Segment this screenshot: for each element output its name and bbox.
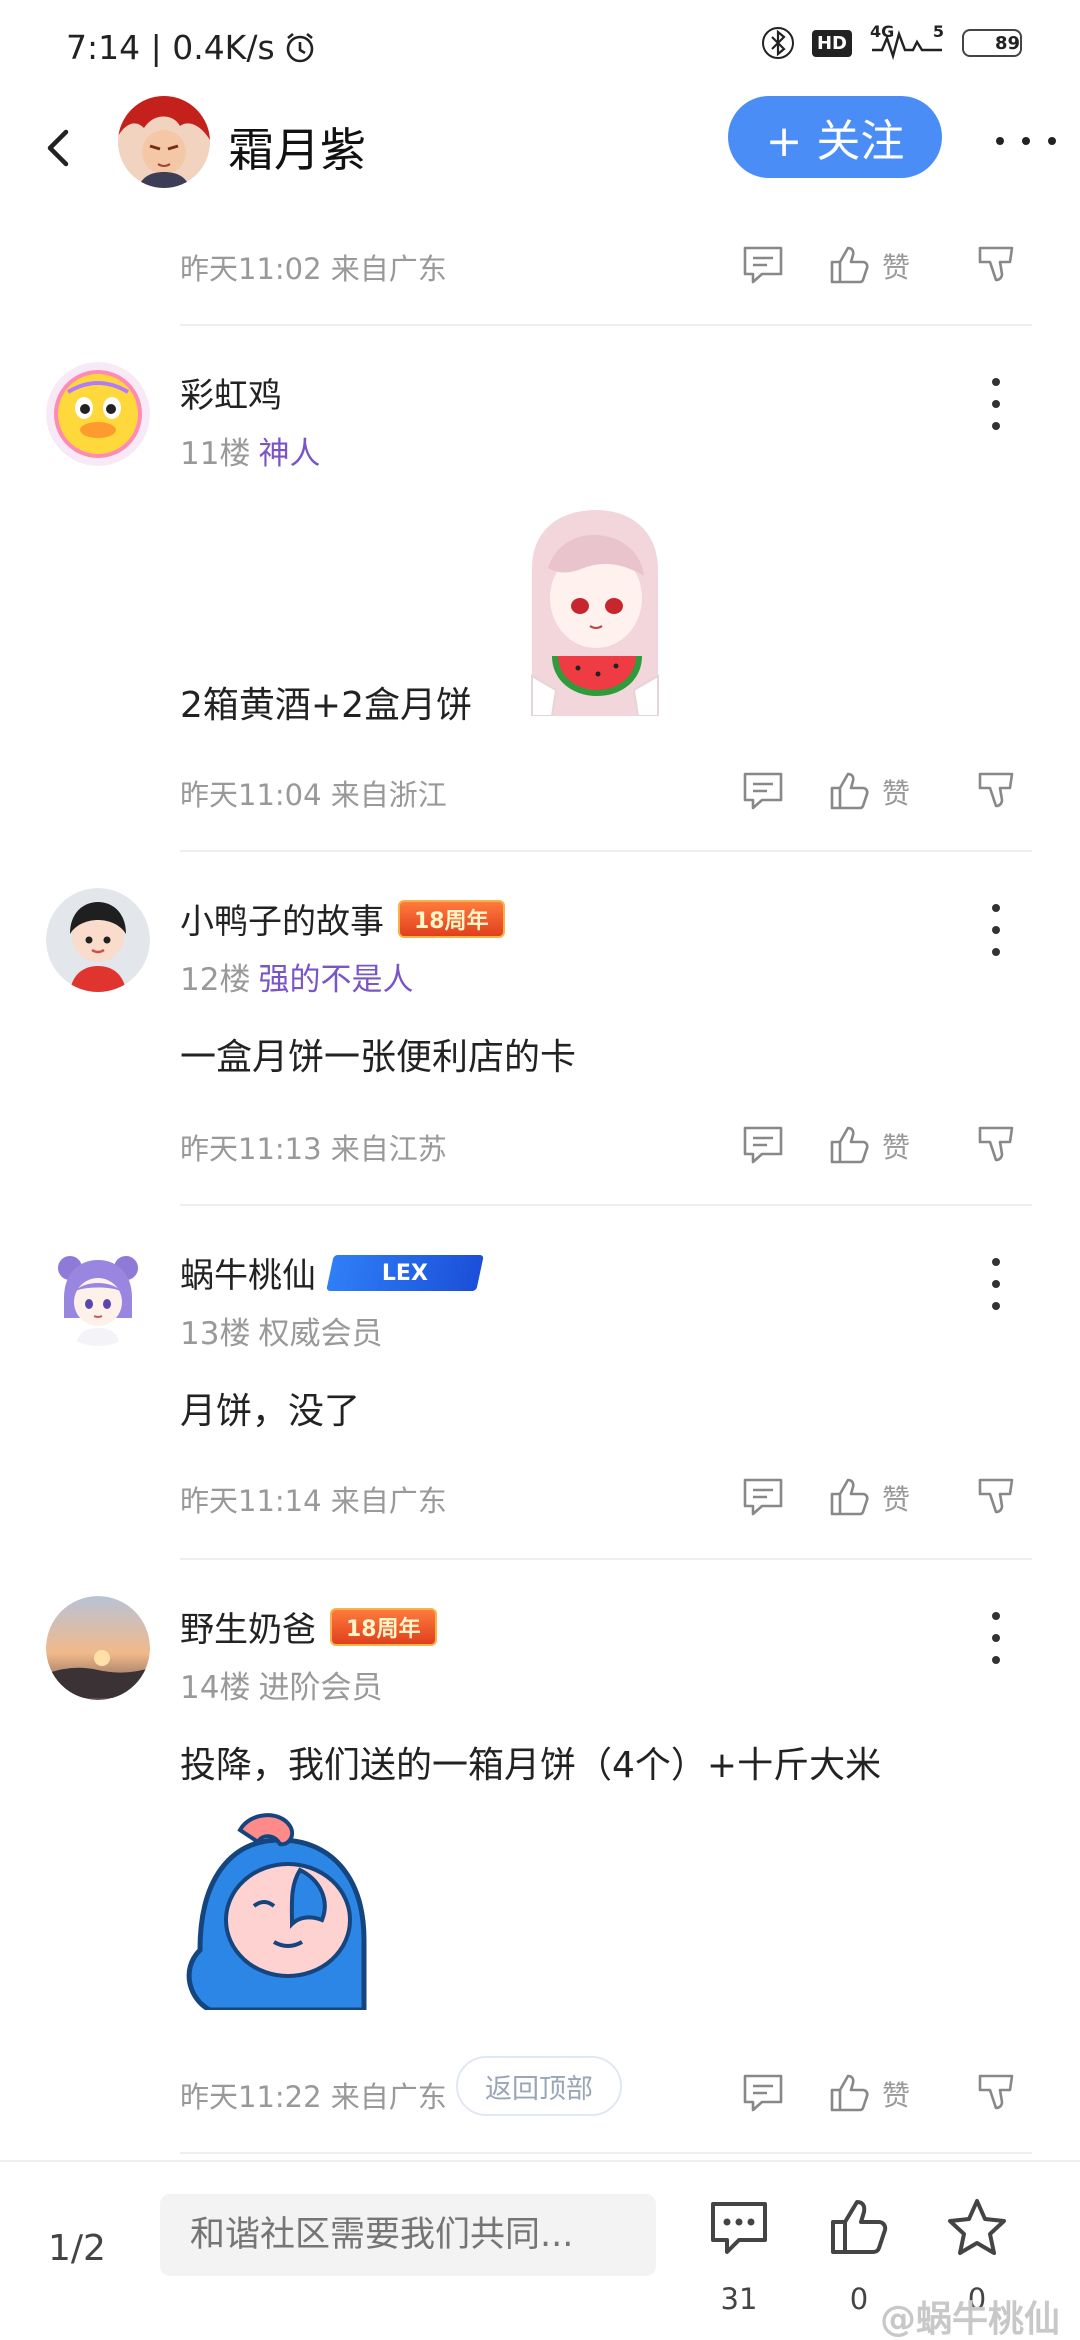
floor-info: 13楼 权威会员 — [180, 1308, 382, 1353]
author-avatar[interactable] — [118, 96, 210, 188]
floor-number: 12楼 — [180, 962, 251, 998]
username[interactable]: 彩虹鸡 — [180, 368, 282, 417]
comment-icon — [711, 2202, 767, 2254]
user-avatar[interactable] — [46, 362, 150, 466]
sticker-image — [512, 508, 678, 717]
reply-actions: 赞 — [740, 1122, 1040, 1172]
battery-level: 89 — [994, 32, 1020, 54]
watermark: @蜗牛桃仙 — [879, 2299, 1060, 2340]
divider — [180, 1204, 1032, 1206]
divider — [180, 850, 1032, 852]
battery-icon: 89 — [962, 29, 1022, 57]
reply-actions: 赞 — [740, 1474, 1040, 1524]
dislike-icon[interactable] — [974, 768, 1020, 814]
username[interactable]: 蜗牛桃仙 LEX — [180, 1248, 484, 1297]
comment-icon[interactable] — [740, 242, 786, 288]
dislike-icon[interactable] — [974, 1122, 1020, 1168]
star-icon — [948, 2199, 1006, 2255]
author-name[interactable]: 霜月紫 — [228, 114, 366, 180]
reply-actions: 赞 — [740, 768, 1040, 818]
user-title: 强的不是人 — [258, 962, 414, 998]
back-arrow-icon[interactable] — [30, 118, 90, 178]
reply-content: 月饼，没了 — [180, 1391, 361, 1432]
signal-extra: 5 — [932, 22, 944, 41]
comments-button[interactable]: 31 — [694, 2176, 784, 2326]
bluetooth-icon — [761, 27, 794, 59]
reply-actions: 赞 — [740, 2070, 1040, 2120]
like-icon[interactable] — [826, 768, 872, 814]
like-icon[interactable] — [826, 242, 872, 288]
user-title: 权威会员 — [258, 1316, 383, 1352]
floor-number: 13楼 — [180, 1316, 251, 1352]
anniversary-badge: 18周年 — [398, 899, 505, 938]
like-icon[interactable] — [826, 2070, 872, 2116]
divider — [180, 324, 1032, 326]
status-icons: HD 4G 5 89 — [761, 22, 1022, 60]
sticker-image — [180, 1810, 384, 2013]
floor-info: 14楼 进阶会员 — [180, 1662, 382, 1707]
comment-icon[interactable] — [740, 768, 786, 814]
alarm-icon — [286, 32, 313, 62]
reply-meta: 昨天11:04 来自浙江 — [180, 778, 447, 812]
status-time: 7:14 | 0.4K/s — [66, 28, 317, 67]
divider — [180, 2152, 1032, 2154]
floor-number: 11楼 — [180, 436, 251, 472]
floor-info: 11楼 神人 — [180, 428, 320, 473]
status-time-text: 7:14 | 0.4K/s — [66, 28, 275, 67]
comment-count: 31 — [720, 2282, 758, 2316]
reply-more-icon[interactable] — [988, 904, 1004, 956]
reply-meta: 昨天11:14 来自广东 — [180, 1484, 447, 1518]
user-avatar[interactable] — [46, 1242, 150, 1346]
cellular-signal-icon: 4G 5 — [870, 22, 944, 60]
reply-content: 一盒月饼一张便利店的卡 — [180, 1037, 577, 1078]
reply-input[interactable] — [160, 2194, 656, 2276]
reply-meta: 昨天11:13 来自江苏 — [180, 1132, 447, 1166]
back-to-top-button[interactable]: 返回顶部 — [456, 2056, 622, 2116]
status-bar: 7:14 | 0.4K/s HD 4G 5 89 — [0, 0, 1080, 96]
user-title: 进阶会员 — [258, 1670, 383, 1706]
hd-icon: HD — [811, 29, 852, 57]
anniversary-badge: 18周年 — [330, 1607, 437, 1646]
user-title: 神人 — [258, 436, 321, 472]
divider — [180, 1558, 1032, 1560]
user-avatar[interactable] — [46, 888, 150, 992]
dislike-icon[interactable] — [974, 2070, 1020, 2116]
like-icon — [831, 2200, 888, 2254]
level-badge: LEX — [326, 1254, 484, 1291]
comment-icon[interactable] — [740, 1122, 786, 1168]
reply-actions: 赞 — [740, 242, 1040, 292]
username[interactable]: 小鸭子的故事 18周年 — [180, 894, 505, 943]
username-text[interactable]: 野生奶爸 — [180, 1602, 316, 1651]
comment-icon[interactable] — [740, 2070, 786, 2116]
reply-meta: 昨天11:22 来自广东 — [180, 2080, 447, 2114]
dislike-icon[interactable] — [974, 242, 1020, 288]
reply-more-icon[interactable] — [988, 1612, 1004, 1664]
username-text[interactable]: 蜗牛桃仙 — [180, 1248, 316, 1297]
thread-header: 霜月紫 + 关注 — [0, 96, 1080, 216]
like-icon[interactable] — [826, 1474, 872, 1520]
level-badge-text: LEX — [381, 1260, 428, 1285]
reply-content: 投降，我们送的一箱月饼（4个）+十斤大米 — [180, 1745, 882, 1786]
like-icon[interactable] — [826, 1122, 872, 1168]
page-indicator[interactable]: 1/2 — [48, 2228, 106, 2269]
reply-more-icon[interactable] — [988, 1258, 1004, 1310]
like-label[interactable]: 赞 — [882, 1126, 910, 1166]
floor-info: 12楼 强的不是人 — [180, 954, 413, 999]
dislike-icon[interactable] — [974, 1474, 1020, 1520]
like-label[interactable]: 赞 — [882, 2074, 910, 2114]
reply-more-icon[interactable] — [988, 378, 1004, 430]
user-avatar[interactable] — [46, 1596, 150, 1700]
username-text[interactable]: 小鸭子的故事 — [180, 894, 384, 943]
follow-button[interactable]: + 关注 — [728, 96, 942, 178]
like-label[interactable]: 赞 — [882, 246, 910, 286]
reply-content: 2箱黄酒+2盒月饼 — [180, 685, 472, 726]
like-label[interactable]: 赞 — [882, 1478, 910, 1518]
more-options-icon[interactable] — [996, 116, 1056, 166]
comment-icon[interactable] — [740, 1474, 786, 1520]
like-label[interactable]: 赞 — [882, 772, 910, 812]
username-text[interactable]: 彩虹鸡 — [180, 368, 282, 417]
floor-number: 14楼 — [180, 1670, 251, 1706]
reply-meta: 昨天11:02 来自广东 — [180, 252, 447, 286]
username[interactable]: 野生奶爸 18周年 — [180, 1602, 437, 1651]
